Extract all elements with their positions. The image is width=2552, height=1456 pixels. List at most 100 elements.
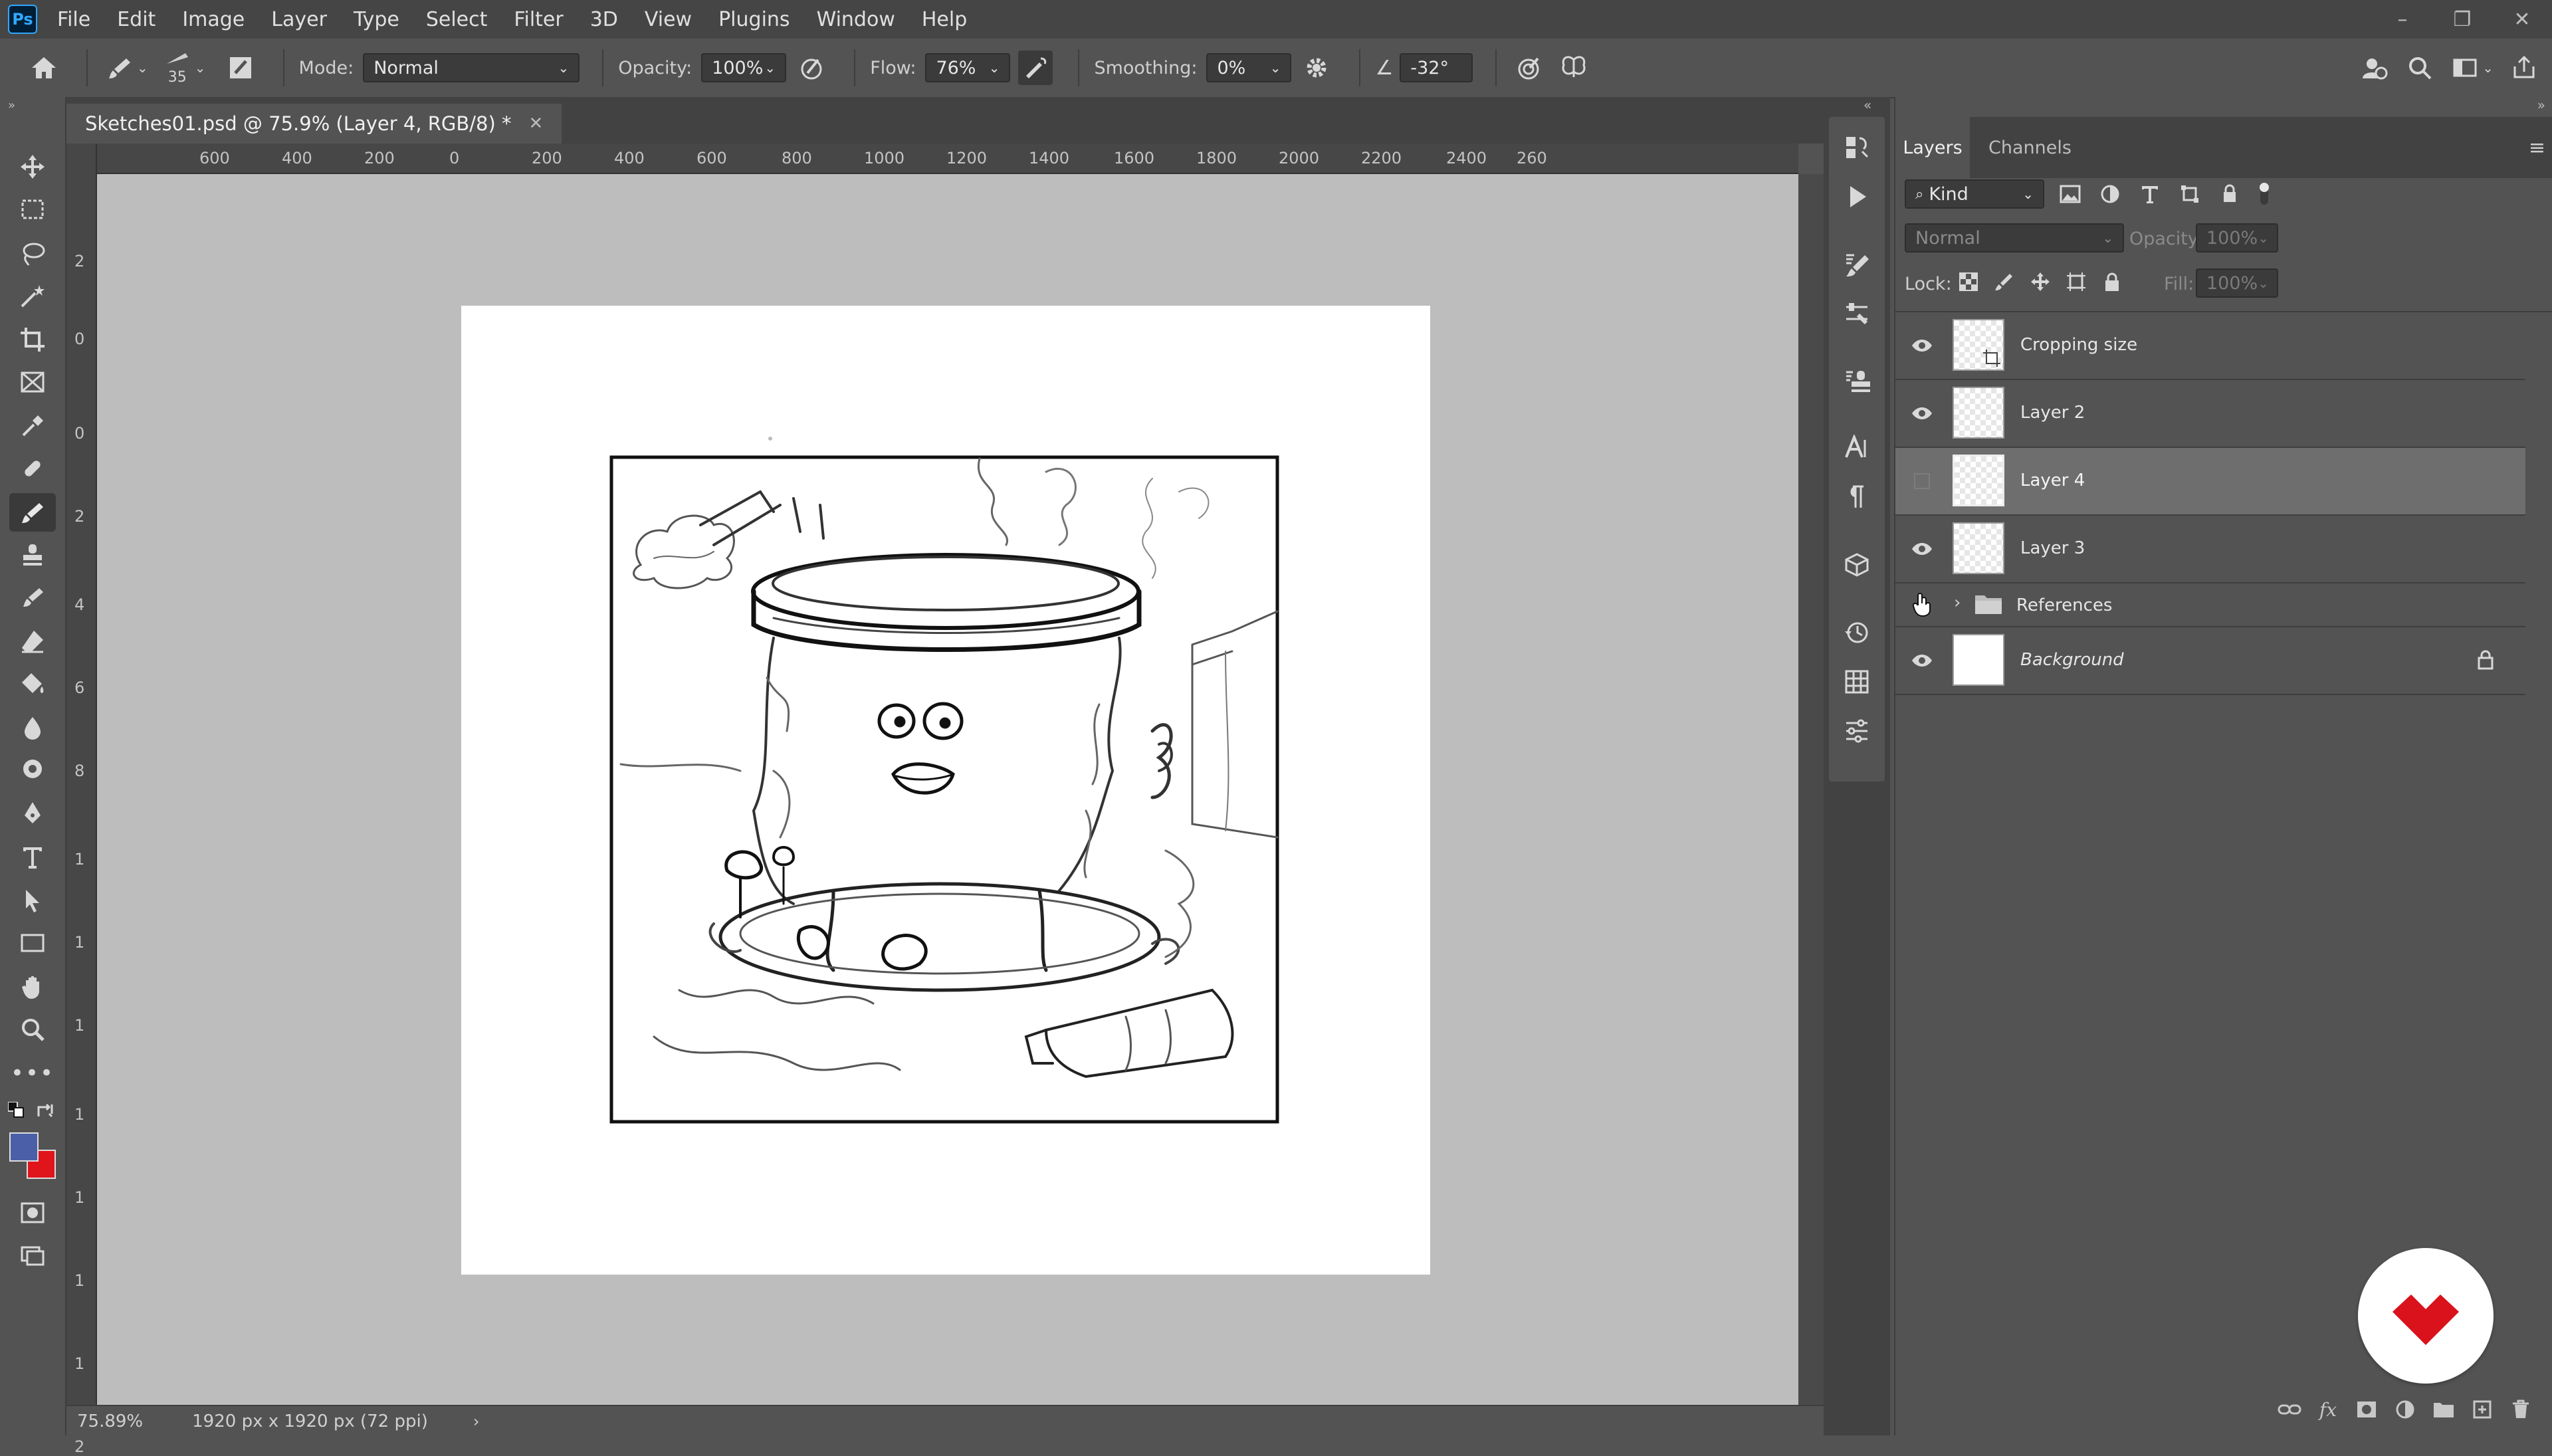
history-states-button[interactable] bbox=[1829, 128, 1885, 167]
clone-stamp-tool[interactable] bbox=[9, 536, 56, 574]
fill-input[interactable]: 100% ⌄ bbox=[2196, 268, 2278, 298]
filter-pixel-button[interactable] bbox=[2055, 179, 2085, 209]
zoom-tool[interactable] bbox=[9, 1010, 56, 1049]
layer-visibility-toggle[interactable] bbox=[1910, 334, 1934, 358]
more-tools-button[interactable]: ••• bbox=[9, 1054, 56, 1092]
magic-wand-tool[interactable] bbox=[9, 276, 56, 315]
frame-tool[interactable] bbox=[9, 363, 56, 401]
collapse-dock-icon[interactable]: « bbox=[1863, 97, 1871, 113]
swatches-panel-button[interactable] bbox=[1829, 662, 1885, 702]
expand-panels-icon[interactable]: » bbox=[2537, 97, 2545, 113]
layer-row-background[interactable]: Background bbox=[1895, 627, 2525, 695]
clone-source-button[interactable] bbox=[1829, 362, 1885, 401]
layer-visibility-toggle[interactable] bbox=[1910, 469, 1934, 493]
screen-mode-button[interactable] bbox=[9, 1236, 56, 1275]
character-panel-button[interactable] bbox=[1829, 428, 1885, 468]
symmetry-button[interactable] bbox=[1556, 51, 1591, 85]
layer-visibility-toggle[interactable] bbox=[1910, 593, 1934, 617]
tab-channels[interactable]: Channels bbox=[1988, 117, 2072, 178]
lasso-tool[interactable] bbox=[9, 234, 56, 272]
pressure-size-button[interactable] bbox=[1511, 51, 1546, 85]
pressure-opacity-button[interactable] bbox=[794, 51, 829, 85]
chevron-down-icon[interactable]: ⌄ bbox=[2482, 60, 2494, 76]
menu-edit[interactable]: Edit bbox=[117, 8, 156, 31]
dodge-tool[interactable] bbox=[9, 751, 56, 789]
lock-artboard-button[interactable] bbox=[2066, 271, 2087, 295]
flow-input[interactable]: 76% ⌄ bbox=[925, 53, 1011, 82]
lock-pixels-button[interactable] bbox=[1994, 271, 2015, 295]
share-button[interactable] bbox=[2507, 51, 2541, 85]
layer-styles-button[interactable]: fx bbox=[2309, 1393, 2347, 1426]
history-panel-button[interactable] bbox=[1829, 613, 1885, 653]
document-tab[interactable]: Sketches01.psd @ 75.9% (Layer 4, RGB/8) … bbox=[66, 104, 562, 144]
adjustments-panel-button[interactable] bbox=[1829, 711, 1885, 751]
menu-select[interactable]: Select bbox=[426, 8, 488, 31]
document-canvas[interactable] bbox=[461, 306, 1430, 1275]
menu-type[interactable]: Type bbox=[354, 8, 399, 31]
menu-view[interactable]: View bbox=[645, 8, 692, 31]
menu-help[interactable]: Help bbox=[922, 8, 967, 31]
adjustment-layer-button[interactable] bbox=[2386, 1393, 2424, 1426]
default-colors-button[interactable] bbox=[7, 1101, 24, 1118]
filter-adjustment-button[interactable] bbox=[2095, 179, 2125, 209]
paint-bucket-tool[interactable] bbox=[9, 665, 56, 703]
brush-tool[interactable] bbox=[9, 493, 56, 532]
brush-size-picker[interactable]: 35 bbox=[165, 51, 189, 86]
history-brush-tool[interactable] bbox=[9, 578, 56, 617]
panel-menu-button[interactable]: ≡ bbox=[2529, 117, 2545, 178]
share-people-button[interactable] bbox=[2357, 51, 2392, 85]
brushes-panel-button[interactable] bbox=[1829, 245, 1885, 284]
path-selection-tool[interactable] bbox=[9, 881, 56, 920]
layer-visibility-toggle[interactable] bbox=[1910, 401, 1934, 425]
hand-tool[interactable] bbox=[9, 968, 56, 1006]
chevron-down-icon[interactable]: ⌄ bbox=[137, 60, 148, 76]
menu-plugins[interactable]: Plugins bbox=[718, 8, 790, 31]
smoothing-input[interactable]: 0% ⌄ bbox=[1206, 53, 1292, 82]
swap-colors-button[interactable] bbox=[36, 1102, 54, 1119]
layer-row-layer-2[interactable]: Layer 2 bbox=[1895, 380, 2525, 448]
smoothing-options-button[interactable] bbox=[1299, 51, 1334, 85]
filter-shape-button[interactable] bbox=[2175, 179, 2205, 209]
rectangle-tool[interactable] bbox=[9, 924, 56, 962]
actions-button[interactable] bbox=[1829, 177, 1885, 217]
lock-transparent-button[interactable] bbox=[1958, 271, 1979, 295]
lock-all-button[interactable] bbox=[2101, 271, 2123, 295]
3d-panel-button[interactable] bbox=[1829, 545, 1885, 585]
search-button[interactable] bbox=[2402, 51, 2437, 85]
layer-row-layer-4[interactable]: Layer 4 bbox=[1895, 448, 2525, 516]
expand-group-icon[interactable]: › bbox=[1954, 593, 1961, 613]
layer-visibility-toggle[interactable] bbox=[1910, 649, 1934, 673]
close-window-button[interactable]: ✕ bbox=[2492, 0, 2552, 39]
workspace-button[interactable] bbox=[2448, 51, 2482, 85]
add-mask-button[interactable] bbox=[2347, 1393, 2386, 1426]
menu-window[interactable]: Window bbox=[817, 8, 895, 31]
airbrush-button[interactable] bbox=[1018, 51, 1053, 85]
menu-file[interactable]: File bbox=[57, 8, 90, 31]
menu-image[interactable]: Image bbox=[182, 8, 245, 31]
close-tab-icon[interactable]: ✕ bbox=[529, 114, 544, 134]
healing-brush-tool[interactable] bbox=[9, 449, 56, 488]
eraser-tool[interactable] bbox=[9, 622, 56, 661]
menu-filter[interactable]: Filter bbox=[514, 8, 563, 31]
move-tool[interactable] bbox=[9, 148, 56, 186]
brush-tool-preset[interactable] bbox=[102, 51, 137, 85]
filter-type-button[interactable] bbox=[2135, 179, 2165, 209]
zoom-level[interactable]: 75.89% bbox=[77, 1411, 143, 1431]
menu-layer[interactable]: Layer bbox=[271, 8, 327, 31]
tab-layers[interactable]: Layers bbox=[1895, 117, 1970, 178]
eyedropper-tool[interactable] bbox=[9, 407, 56, 445]
quick-mask-button[interactable] bbox=[9, 1194, 56, 1232]
foreground-color-swatch[interactable] bbox=[9, 1132, 39, 1162]
layer-row-references-group[interactable]: › References bbox=[1895, 583, 2525, 627]
blend-mode-select[interactable]: Normal ⌄ bbox=[1905, 223, 2124, 253]
marquee-tool[interactable] bbox=[9, 190, 56, 229]
angle-input[interactable]: -32° bbox=[1400, 53, 1473, 82]
layer-row-cropping-size[interactable]: Cropping size bbox=[1895, 312, 2525, 380]
layer-row-layer-3[interactable]: Layer 3 bbox=[1895, 516, 2525, 583]
collapse-icon[interactable]: » bbox=[8, 98, 15, 112]
paragraph-panel-button[interactable] bbox=[1829, 477, 1885, 517]
mode-select[interactable]: Normal ⌄ bbox=[363, 53, 580, 82]
chevron-down-icon[interactable]: ⌄ bbox=[195, 60, 206, 76]
vertical-scrollbar[interactable] bbox=[1798, 174, 1824, 1405]
home-button[interactable] bbox=[27, 51, 61, 85]
